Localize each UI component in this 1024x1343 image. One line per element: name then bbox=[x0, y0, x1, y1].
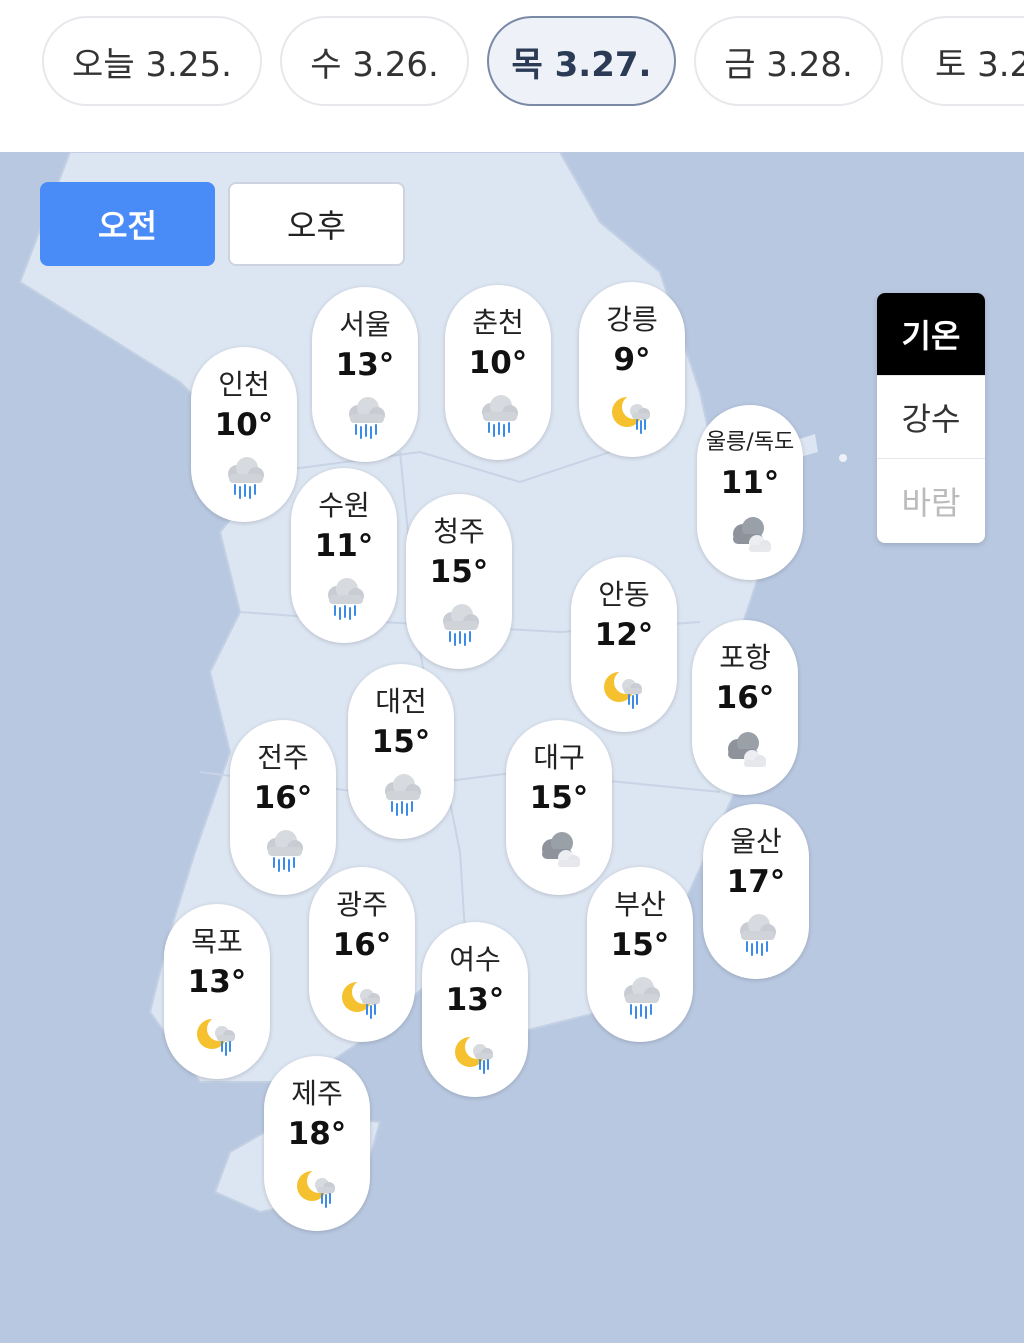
city-name: 광주 bbox=[336, 888, 388, 921]
city-name: 여수 bbox=[449, 943, 501, 976]
city-name: 서울 bbox=[339, 308, 391, 341]
city-temp: 16° bbox=[253, 780, 313, 816]
rain-cloud-icon bbox=[731, 909, 781, 959]
rain-cloud-icon bbox=[340, 392, 390, 442]
city-name: 안동 bbox=[598, 578, 650, 611]
city-temp: 10° bbox=[468, 345, 528, 381]
city-ulsan[interactable]: 울산 17° bbox=[703, 804, 809, 979]
moon-rain-icon bbox=[292, 1161, 342, 1211]
city-name: 울릉/독도 bbox=[705, 430, 795, 455]
pm-button[interactable]: 오후 bbox=[228, 182, 405, 266]
rain-cloud-icon bbox=[473, 390, 523, 440]
city-chuncheon[interactable]: 춘천 10° bbox=[445, 285, 551, 460]
rain-cloud-icon bbox=[319, 573, 369, 623]
city-name: 강릉 bbox=[606, 303, 658, 336]
city-daegu[interactable]: 대구 15° bbox=[506, 720, 612, 895]
date-tab-today[interactable]: 오늘 3.25. bbox=[42, 16, 262, 106]
metric-selector: 기온 강수 바람 bbox=[877, 293, 985, 543]
city-temp: 15° bbox=[371, 724, 431, 760]
city-daejeon[interactable]: 대전 15° bbox=[348, 664, 454, 839]
weather-map: 오전 오후 기온 강수 바람 인천 10° 서울 13° 춘천 10° 강릉 9… bbox=[0, 152, 1024, 1343]
city-temp: 13° bbox=[335, 347, 395, 383]
rain-cloud-icon bbox=[258, 825, 308, 875]
city-ulleung[interactable]: 울릉/독도 11° bbox=[697, 405, 803, 580]
city-seoul[interactable]: 서울 13° bbox=[312, 287, 418, 462]
city-gangneung[interactable]: 강릉 9° bbox=[579, 282, 685, 457]
date-tab-fri[interactable]: 금 3.28. bbox=[694, 16, 883, 106]
city-jeonju[interactable]: 전주 16° bbox=[230, 720, 336, 895]
city-temp: 12° bbox=[594, 617, 654, 653]
rain-cloud-icon bbox=[376, 769, 426, 819]
city-name: 전주 bbox=[257, 741, 309, 774]
city-name: 춘천 bbox=[472, 306, 524, 339]
city-busan[interactable]: 부산 15° bbox=[587, 867, 693, 1042]
city-gwangju[interactable]: 광주 16° bbox=[309, 867, 415, 1042]
moon-rain-icon bbox=[337, 972, 387, 1022]
city-temp: 18° bbox=[287, 1116, 347, 1152]
rain-cloud-icon bbox=[434, 599, 484, 649]
city-temp: 15° bbox=[610, 927, 670, 963]
date-tab-wed[interactable]: 수 3.26. bbox=[280, 16, 469, 106]
date-selector: 오늘 3.25. 수 3.26. 목 3.27. 금 3.28. 토 3.29. bbox=[0, 0, 1024, 152]
city-name: 제주 bbox=[291, 1077, 343, 1110]
date-tab-sat[interactable]: 토 3.29. bbox=[901, 16, 1024, 106]
date-tab-thu[interactable]: 목 3.27. bbox=[487, 16, 676, 106]
dokdo-dot bbox=[839, 454, 847, 462]
city-suwon[interactable]: 수원 11° bbox=[291, 468, 397, 643]
city-name: 인천 bbox=[218, 368, 270, 401]
city-mokpo[interactable]: 목포 13° bbox=[164, 904, 270, 1079]
city-temp: 15° bbox=[429, 554, 489, 590]
city-name: 대구 bbox=[533, 741, 585, 774]
city-name: 목포 bbox=[191, 925, 243, 958]
rain-cloud-icon bbox=[615, 972, 665, 1022]
moon-rain-icon bbox=[192, 1009, 242, 1059]
rain-cloud-icon bbox=[219, 452, 269, 502]
city-cheongju[interactable]: 청주 15° bbox=[406, 494, 512, 669]
city-andong[interactable]: 안동 12° bbox=[571, 557, 677, 732]
city-temp: 15° bbox=[529, 780, 589, 816]
city-yeosu[interactable]: 여수 13° bbox=[422, 922, 528, 1097]
city-temp: 17° bbox=[726, 864, 786, 900]
city-jeju[interactable]: 제주 18° bbox=[264, 1056, 370, 1231]
am-button[interactable]: 오전 bbox=[40, 182, 215, 266]
moon-rain-icon bbox=[607, 387, 657, 437]
metric-wind[interactable]: 바람 bbox=[877, 459, 985, 542]
cloudy-icon bbox=[534, 825, 584, 875]
city-temp: 11° bbox=[720, 465, 780, 501]
city-incheon[interactable]: 인천 10° bbox=[191, 347, 297, 522]
cloudy-icon bbox=[720, 725, 770, 775]
city-name: 청주 bbox=[433, 515, 485, 548]
city-temp: 16° bbox=[332, 927, 392, 963]
city-pohang[interactable]: 포항 16° bbox=[692, 620, 798, 795]
city-name: 포항 bbox=[719, 641, 771, 674]
city-temp: 13° bbox=[445, 982, 505, 1018]
city-temp: 13° bbox=[187, 964, 247, 1000]
moon-rain-icon bbox=[599, 662, 649, 712]
metric-temperature[interactable]: 기온 bbox=[877, 293, 985, 376]
city-name: 대전 bbox=[375, 685, 427, 718]
city-temp: 10° bbox=[214, 407, 274, 443]
moon-rain-icon bbox=[450, 1027, 500, 1077]
city-temp: 11° bbox=[314, 528, 374, 564]
city-temp: 16° bbox=[715, 680, 775, 716]
cloudy-icon bbox=[725, 510, 775, 560]
city-name: 부산 bbox=[614, 888, 666, 921]
city-name: 울산 bbox=[730, 825, 782, 858]
city-temp: 9° bbox=[613, 342, 651, 378]
city-name: 수원 bbox=[318, 489, 370, 522]
metric-precipitation[interactable]: 강수 bbox=[877, 376, 985, 459]
